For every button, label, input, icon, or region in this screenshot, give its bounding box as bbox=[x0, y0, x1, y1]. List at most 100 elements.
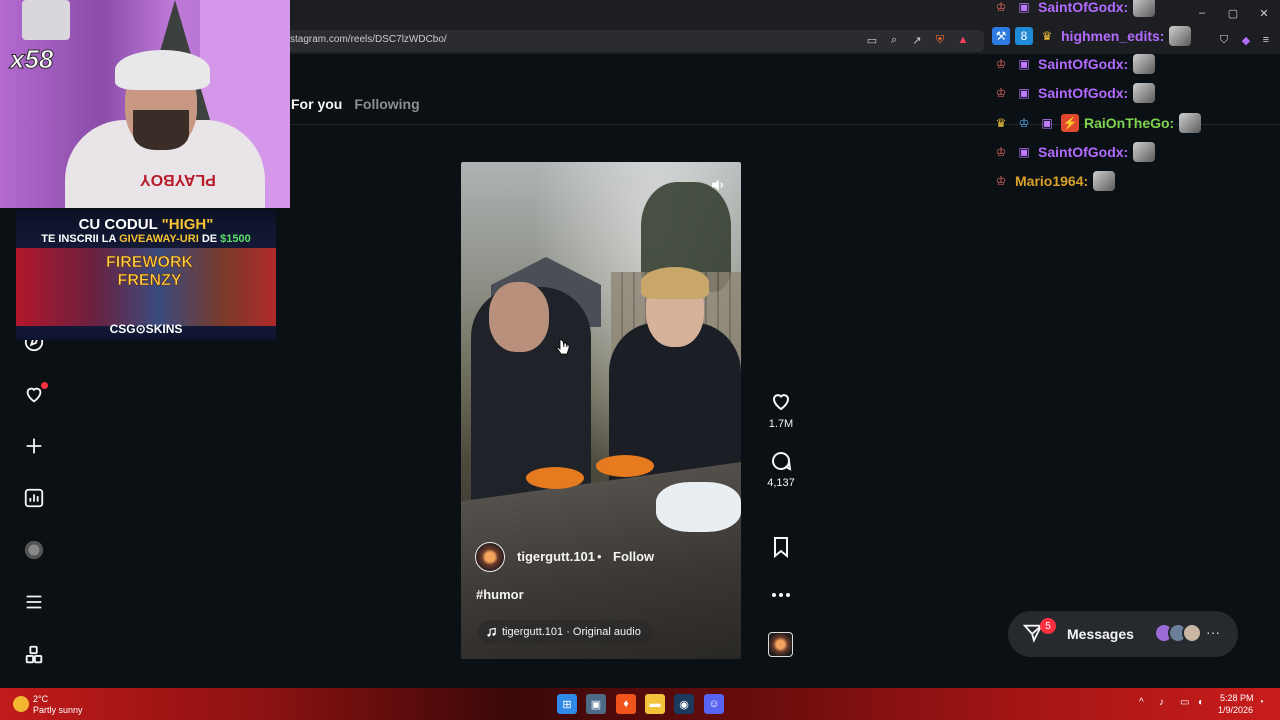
volume-icon[interactable] bbox=[709, 176, 727, 194]
gift-icon: ▣ bbox=[1018, 145, 1030, 159]
close-icon[interactable]: ✕ bbox=[1254, 4, 1274, 22]
weather-temperature[interactable]: 2°C bbox=[33, 694, 48, 704]
streamer-webcam: PLAYBOY x58 bbox=[0, 0, 290, 208]
separator-dot: • bbox=[597, 549, 602, 564]
like-count: 1.7M bbox=[768, 418, 794, 430]
badge-icon: ♛ bbox=[1041, 29, 1053, 43]
badge-icon: ♔ bbox=[1018, 116, 1030, 130]
person-right-hair bbox=[641, 267, 709, 299]
weather-description[interactable]: Partly sunny bbox=[33, 705, 83, 715]
streamer-beard bbox=[133, 110, 189, 150]
promo-game-title-2: FRENZY bbox=[117, 272, 182, 290]
windows-taskbar: 2°C Partly sunny ⊞ ▣ ♦ ▬ ◉ ☺ ^ ♪ ▭ ◐ 5:2… bbox=[0, 688, 1280, 720]
minimize-icon[interactable]: – bbox=[1192, 4, 1212, 22]
audio-pill[interactable]: tigergutt.101 · Original audio bbox=[478, 620, 653, 644]
author-avatar[interactable] bbox=[475, 542, 505, 572]
promo-game-title: FIREWORK FRENZY bbox=[106, 254, 194, 290]
emote-icon bbox=[1133, 0, 1156, 17]
chat-message: ♛ ♔ ▣ ⚡ RaiOnTheGo: bbox=[992, 112, 1202, 134]
chat-message: ♔ ▣ SaintOfGodx: bbox=[992, 53, 1156, 75]
reel-video[interactable] bbox=[461, 162, 741, 659]
promo-banner: CU CODUL "HIGH" TE INSCRII LA GIVEAWAY-U… bbox=[16, 210, 276, 340]
feed-tabs: For you Following bbox=[291, 96, 420, 112]
more-options-button[interactable] bbox=[768, 583, 794, 607]
emote-icon bbox=[1133, 142, 1156, 162]
chat-message: ♔ ▣ SaintOfGodx: bbox=[992, 82, 1156, 104]
promo-code-prefix: CU CODUL bbox=[78, 216, 158, 233]
orange-plate bbox=[526, 467, 584, 489]
file-explorer-icon[interactable]: ▬ bbox=[645, 694, 665, 714]
promo-game-title-1: FIREWORK bbox=[106, 254, 194, 272]
browser-menu-icon[interactable]: ≡ bbox=[1258, 32, 1274, 48]
chat-username: SaintOfGodx: bbox=[1038, 144, 1129, 160]
promo-line-1: CU CODUL "HIGH" bbox=[16, 216, 276, 233]
brave-rewards-icon[interactable]: ▲ bbox=[955, 32, 971, 48]
gift-icon: ▣ bbox=[1018, 0, 1030, 14]
caption-hashtag[interactable]: #humor bbox=[476, 587, 524, 602]
crown-icon: ♛ bbox=[995, 116, 1007, 130]
vpn-icon[interactable]: ⛉ bbox=[1216, 32, 1232, 48]
author-name[interactable]: tigergutt.101 bbox=[517, 549, 595, 564]
clock-time[interactable]: 5:28 PM bbox=[1220, 693, 1254, 703]
promo-line2-mid: DE bbox=[201, 233, 218, 245]
like-button[interactable] bbox=[768, 389, 794, 413]
promo-amount: $1500 bbox=[220, 233, 251, 245]
reader-icon[interactable]: ▭ bbox=[864, 32, 880, 48]
task-view-icon[interactable]: ▣ bbox=[586, 694, 606, 714]
save-button[interactable] bbox=[768, 535, 794, 559]
comment-button[interactable] bbox=[768, 449, 794, 473]
promo-line2-highlight: GIVEAWAY-URI bbox=[119, 233, 199, 245]
audio-thumbnail[interactable] bbox=[768, 632, 793, 657]
url-text: stagram.com/reels/DSC7lzWDCbo/ bbox=[290, 34, 447, 45]
brave-browser-icon[interactable]: ♦ bbox=[616, 694, 636, 714]
clock-date[interactable]: 1/9/2026 bbox=[1218, 705, 1253, 715]
badge-icon: ⚒ bbox=[992, 27, 1010, 45]
zoom-icon[interactable]: ⌕ bbox=[886, 32, 902, 48]
volume-tray-icon[interactable]: ◐ bbox=[1198, 697, 1204, 708]
music-note-icon bbox=[487, 627, 496, 637]
wallet-icon[interactable]: ◆ bbox=[1238, 32, 1254, 48]
create-icon[interactable] bbox=[21, 433, 47, 459]
tab-for-you[interactable]: For you bbox=[291, 96, 342, 112]
messages-label: Messages bbox=[1067, 626, 1134, 642]
profile-avatar[interactable] bbox=[21, 537, 47, 563]
chat-message: ♔ Mario1964: bbox=[992, 170, 1116, 192]
more-apps-icon[interactable] bbox=[21, 642, 47, 668]
heart-icon bbox=[772, 394, 790, 411]
badge-icon: ♔ bbox=[995, 145, 1007, 159]
tab-following[interactable]: Following bbox=[354, 96, 419, 112]
chat-username: SaintOfGodx: bbox=[1038, 85, 1129, 101]
messages-button[interactable]: 5 Messages ··· bbox=[1008, 611, 1238, 657]
share-icon[interactable]: ↗ bbox=[909, 32, 925, 48]
badge-icon: ♔ bbox=[995, 0, 1007, 14]
chat-username: SaintOfGodx: bbox=[1038, 56, 1129, 72]
steam-icon[interactable]: ◉ bbox=[674, 694, 694, 714]
menu-icon[interactable] bbox=[21, 589, 47, 615]
more-dots-icon[interactable]: ··· bbox=[1206, 624, 1220, 640]
notification-dot bbox=[41, 382, 48, 389]
messages-badge: 5 bbox=[1040, 618, 1056, 634]
chat-message: ♔ ▣ SaintOfGodx: bbox=[992, 0, 1156, 18]
brave-shield-icon[interactable]: ⛨ bbox=[932, 32, 948, 48]
follow-button[interactable]: Follow bbox=[613, 549, 654, 564]
promo-line2-prefix: TE INSCRII LA bbox=[41, 233, 117, 245]
more-dots-icon bbox=[772, 593, 790, 597]
network-icon[interactable]: ▭ bbox=[1180, 697, 1189, 708]
promo-brand: CSG⊙SKINS bbox=[109, 322, 183, 336]
promo-line-2: TE INSCRII LA GIVEAWAY-URI DE $1500 bbox=[16, 233, 276, 245]
speaker-icon[interactable]: ♪ bbox=[1159, 697, 1164, 708]
notification-bell-icon[interactable]: ◔ bbox=[1258, 697, 1264, 708]
badge-icon: ♔ bbox=[995, 174, 1007, 188]
insights-icon[interactable] bbox=[21, 485, 47, 511]
audio-label: tigergutt.101 · Original audio bbox=[502, 626, 641, 638]
weather-icon[interactable] bbox=[13, 696, 29, 712]
restore-icon[interactable]: ▢ bbox=[1223, 4, 1243, 22]
tray-chevron-icon[interactable]: ^ bbox=[1139, 697, 1144, 708]
start-icon[interactable]: ⊞ bbox=[557, 694, 577, 714]
badge-icon: ♔ bbox=[995, 86, 1007, 100]
streamer-cap bbox=[115, 50, 210, 90]
discord-icon[interactable]: ☺ bbox=[704, 694, 724, 714]
combo-counter: x58 bbox=[9, 44, 54, 75]
shirt-print: PLAYBOY bbox=[140, 171, 216, 188]
badge-icon: 8 bbox=[1015, 27, 1033, 45]
